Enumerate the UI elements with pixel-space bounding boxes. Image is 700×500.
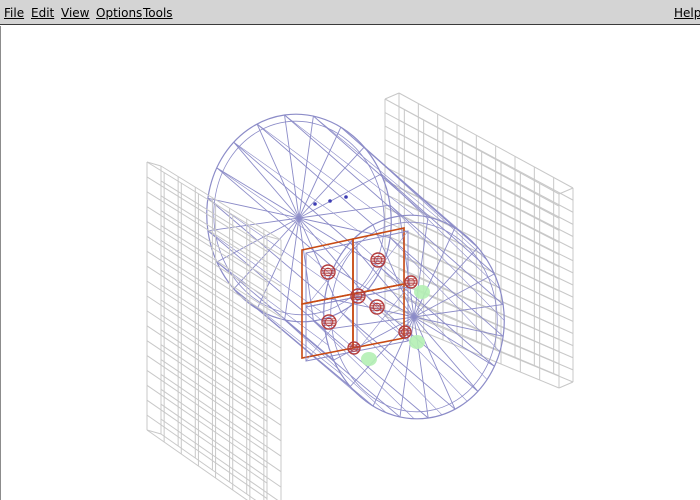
grid-line bbox=[398, 241, 574, 322]
grid-line bbox=[160, 374, 282, 457]
menu-options[interactable]: Options bbox=[96, 6, 142, 20]
menu-view[interactable]: View bbox=[61, 6, 89, 20]
cap-spoke bbox=[413, 316, 495, 367]
detector-node bbox=[320, 264, 336, 280]
application-window: File Edit View Options Tools Help bbox=[0, 0, 700, 500]
cap-spoke bbox=[298, 217, 382, 269]
grid-line bbox=[146, 325, 268, 407]
green-marker bbox=[414, 285, 430, 299]
grid-edge bbox=[384, 92, 400, 100]
grid-line bbox=[160, 403, 282, 488]
detector-node bbox=[370, 252, 386, 268]
menu-help[interactable]: Help bbox=[674, 6, 700, 20]
3d-viewport[interactable] bbox=[0, 26, 700, 500]
grid-edge bbox=[266, 235, 282, 241]
menu-tools[interactable]: Tools bbox=[143, 6, 173, 20]
grid-line bbox=[160, 388, 282, 473]
cap-spoke bbox=[413, 304, 504, 318]
cylinder-brace bbox=[313, 115, 443, 222]
cap-spoke bbox=[298, 217, 365, 295]
grid-line bbox=[398, 214, 574, 298]
marker-dot bbox=[328, 199, 332, 203]
grid-line bbox=[160, 359, 282, 442]
cap-spoke bbox=[207, 217, 300, 232]
green-marker bbox=[361, 352, 377, 366]
menu-bar: File Edit View Options Tools Help bbox=[0, 0, 700, 25]
grid-edge bbox=[146, 161, 162, 167]
grid-line bbox=[398, 106, 574, 201]
grid-line bbox=[146, 295, 268, 376]
grid-line bbox=[146, 236, 268, 314]
grid-line bbox=[146, 399, 268, 484]
grid-line bbox=[160, 180, 282, 256]
grid-line bbox=[160, 240, 282, 318]
grid-edge bbox=[558, 187, 574, 195]
cap-spoke bbox=[233, 141, 300, 219]
detector-node bbox=[350, 288, 366, 304]
grid-line bbox=[146, 355, 268, 438]
green-marker bbox=[409, 335, 425, 349]
marker-dot bbox=[344, 195, 348, 199]
cap-spoke bbox=[298, 204, 391, 219]
grid-line bbox=[146, 414, 268, 499]
grid-line bbox=[398, 146, 574, 237]
grid-line bbox=[146, 384, 268, 469]
grid-line bbox=[398, 133, 574, 225]
grid-edge bbox=[558, 381, 574, 389]
edge-node bbox=[347, 341, 361, 355]
menu-edit[interactable]: Edit bbox=[31, 6, 54, 20]
grid-line bbox=[146, 310, 268, 391]
grid-line bbox=[160, 269, 282, 349]
grid-line bbox=[146, 370, 268, 453]
cap-spoke bbox=[298, 173, 382, 219]
cylinder-brace bbox=[340, 311, 443, 416]
menu-file[interactable]: File bbox=[4, 6, 24, 20]
cap-spoke bbox=[298, 146, 365, 219]
marker-dot bbox=[313, 202, 317, 206]
grid-line bbox=[160, 314, 282, 395]
wireframe-scene[interactable] bbox=[1, 26, 700, 500]
grid-line bbox=[398, 119, 574, 213]
grid-line bbox=[160, 254, 282, 334]
detector-node bbox=[369, 299, 385, 315]
grid-line bbox=[146, 340, 268, 422]
